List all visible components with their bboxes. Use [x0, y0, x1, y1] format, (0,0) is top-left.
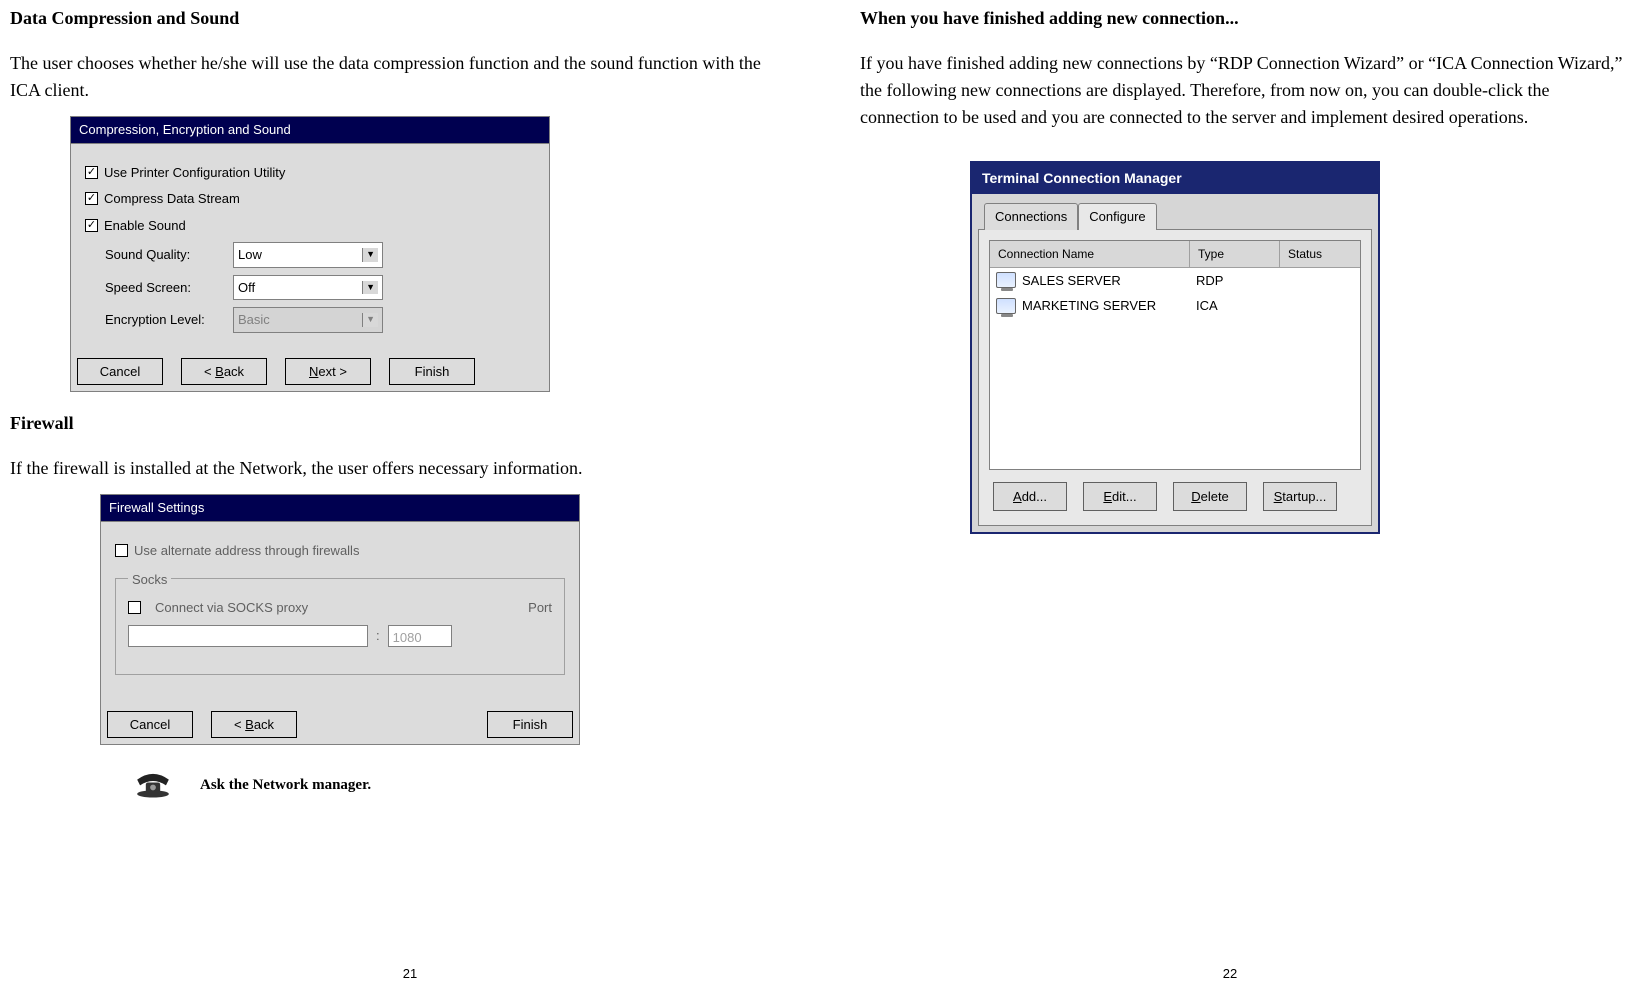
label-speed-screen: Speed Screen: [105, 278, 227, 298]
next-button[interactable]: Next > [285, 358, 371, 386]
list-item[interactable]: SALES SERVER RDP [990, 268, 1360, 294]
monitor-icon [996, 272, 1016, 288]
back-hotkey: B [215, 364, 224, 379]
list-header: Connection Name Type Status [990, 241, 1360, 268]
edit-button[interactable]: Edit... [1083, 482, 1157, 512]
page-22: When you have finished adding new connec… [820, 0, 1640, 987]
telephone-icon [130, 763, 176, 807]
select-speed-screen[interactable]: Off ▼ [233, 275, 383, 301]
back-suffix: ack [224, 364, 244, 379]
groupbox-socks: Socks Connect via SOCKS proxy Port : 108… [115, 578, 565, 675]
heading-finished: When you have finished adding new connec… [860, 5, 1630, 32]
back-button[interactable]: < Back [181, 358, 267, 386]
checkbox-printer-utility[interactable] [85, 166, 98, 179]
dialog-firewall: Firewall Settings Use alternate address … [100, 494, 580, 745]
tab-configure[interactable]: Configure [1078, 203, 1156, 230]
col-header-name[interactable]: Connection Name [990, 241, 1190, 267]
tabpanel-configure: Connection Name Type Status SALES SERVER… [978, 229, 1372, 527]
label-printer-utility: Use Printer Configuration Utility [104, 163, 285, 183]
startup-button[interactable]: Startup... [1263, 482, 1337, 512]
page-21: Data Compression and Sound The user choo… [0, 0, 820, 987]
row-name: SALES SERVER [1022, 271, 1121, 291]
delete-hotkey: D [1191, 489, 1200, 504]
label-encryption-level: Encryption Level: [105, 310, 227, 330]
socks-host-input[interactable] [128, 625, 368, 647]
select-encryption-level-value: Basic [238, 310, 270, 330]
row-name: MARKETING SERVER [1022, 296, 1156, 316]
cancel-button[interactable]: Cancel [77, 358, 163, 386]
page-number-right: 22 [1223, 964, 1237, 984]
chevron-down-icon: ▼ [362, 248, 378, 262]
add-button[interactable]: Add... [993, 482, 1067, 512]
back-suffix: ack [254, 717, 274, 732]
dialog-firewall-title: Firewall Settings [101, 495, 579, 522]
back-button[interactable]: < Back [211, 711, 297, 739]
startup-hotkey: S [1274, 489, 1283, 504]
para-compression: The user chooses whether he/she will use… [10, 50, 780, 104]
groupbox-socks-label: Socks [128, 570, 171, 590]
cancel-button[interactable]: Cancel [107, 711, 193, 739]
tab-connections[interactable]: Connections [984, 203, 1078, 230]
label-port: Port [528, 598, 552, 618]
row-type: ICA [1194, 296, 1284, 316]
para-finished: If you have finished adding new connecti… [860, 50, 1630, 131]
chevron-down-icon: ▼ [362, 313, 378, 327]
page-number-left: 21 [403, 964, 417, 984]
col-header-status[interactable]: Status [1280, 241, 1360, 267]
note-ask-network: Ask the Network manager. [130, 763, 780, 807]
select-encryption-level[interactable]: Basic ▼ [233, 307, 383, 333]
dialog-compression: Compression, Encryption and Sound Use Pr… [70, 116, 550, 392]
checkbox-alternate-address[interactable] [115, 544, 128, 557]
finish-button[interactable]: Finish [487, 711, 573, 739]
para-firewall: If the firewall is installed at the Netw… [10, 455, 780, 482]
colon-label: : [376, 626, 380, 646]
select-sound-quality-value: Low [238, 245, 262, 265]
socks-port-input[interactable]: 1080 [388, 625, 452, 647]
tcm-title: Terminal Connection Manager [972, 163, 1378, 194]
label-sound-quality: Sound Quality: [105, 245, 227, 265]
finish-button[interactable]: Finish [389, 358, 475, 386]
col-header-type[interactable]: Type [1190, 241, 1280, 267]
back-prefix: < [234, 717, 245, 732]
back-hotkey: B [245, 717, 254, 732]
delete-button[interactable]: Delete [1173, 482, 1247, 512]
chevron-down-icon: ▼ [362, 281, 378, 295]
edit-suffix: dit... [1112, 489, 1137, 504]
dialog-compression-title: Compression, Encryption and Sound [71, 117, 549, 144]
back-prefix: < [204, 364, 215, 379]
monitor-icon [996, 298, 1016, 314]
connection-list: Connection Name Type Status SALES SERVER… [989, 240, 1361, 470]
checkbox-socks-proxy[interactable] [128, 601, 141, 614]
delete-suffix: elete [1201, 489, 1229, 504]
label-alternate-address: Use alternate address through firewalls [134, 541, 359, 561]
select-speed-screen-value: Off [238, 278, 255, 298]
checkbox-compress-data[interactable] [85, 192, 98, 205]
note-text: Ask the Network manager. [200, 774, 371, 797]
next-suffix: ext > [318, 364, 347, 379]
list-item[interactable]: MARKETING SERVER ICA [990, 293, 1360, 319]
add-suffix: dd... [1022, 489, 1047, 504]
next-hotkey: N [309, 364, 318, 379]
row-type: RDP [1194, 271, 1284, 291]
label-socks-proxy: Connect via SOCKS proxy [155, 598, 308, 618]
label-enable-sound: Enable Sound [104, 216, 186, 236]
startup-suffix: tartup... [1282, 489, 1326, 504]
label-compress-data: Compress Data Stream [104, 189, 240, 209]
select-sound-quality[interactable]: Low ▼ [233, 242, 383, 268]
heading-compression: Data Compression and Sound [10, 5, 780, 32]
add-hotkey: A [1013, 489, 1022, 504]
terminal-connection-manager: Terminal Connection Manager Connections … [970, 161, 1380, 534]
heading-firewall: Firewall [10, 410, 780, 437]
edit-hotkey: E [1103, 489, 1112, 504]
checkbox-enable-sound[interactable] [85, 219, 98, 232]
